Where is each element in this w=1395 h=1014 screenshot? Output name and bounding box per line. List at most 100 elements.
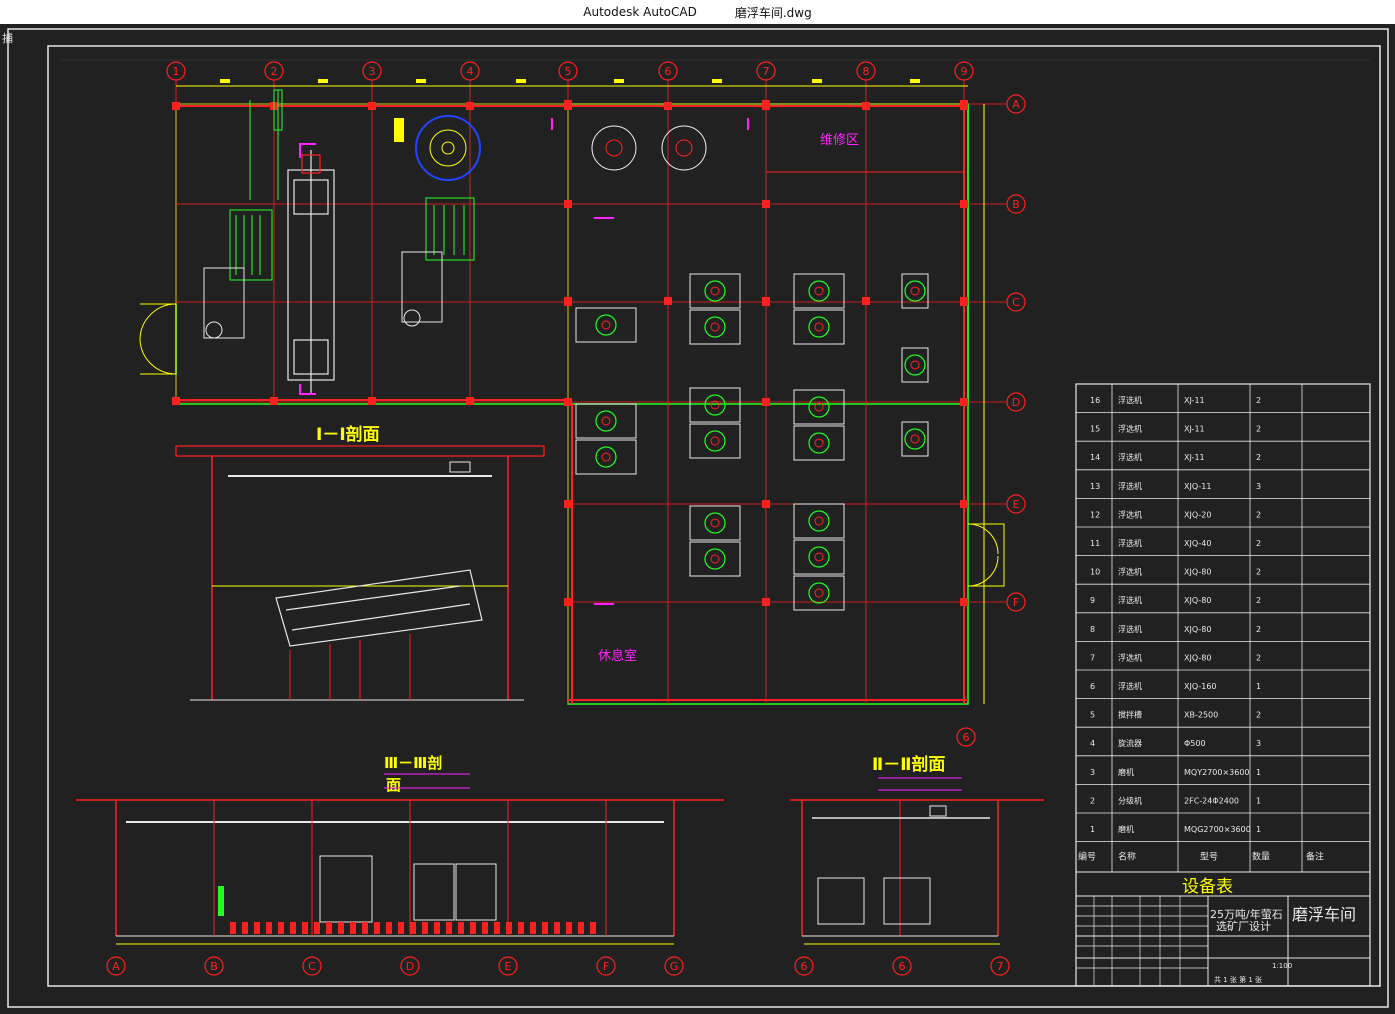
table-cell: Φ500 — [1184, 739, 1206, 748]
table-cell: 13 — [1090, 482, 1100, 491]
row-bubble-label: E — [1013, 498, 1020, 511]
flotation-impeller-center — [601, 416, 611, 426]
ball-mill-1 — [287, 150, 335, 395]
flotation-cell — [689, 423, 741, 459]
foundation-block — [458, 922, 464, 934]
flotation-impeller — [808, 582, 830, 604]
foundation-block — [566, 922, 572, 934]
table-cell: 浮选机 — [1118, 538, 1142, 548]
row-marker — [564, 100, 572, 108]
row-marker — [960, 500, 968, 508]
table-cell: 6 — [1090, 682, 1095, 691]
flotation-impeller — [808, 280, 830, 302]
flotation-impeller-center — [814, 438, 824, 448]
flotation-cell — [689, 505, 741, 541]
row-bubble-label: D — [1012, 396, 1020, 409]
row-bubbles: A B C D E F — [1006, 94, 1026, 612]
section-2-view: Ⅱ－Ⅱ剖面 6 6 7 — [790, 754, 1044, 976]
sheet-inner-border — [47, 45, 1381, 987]
foundation-block — [554, 922, 560, 934]
grid-column-lines — [175, 80, 965, 704]
row-marker — [564, 200, 572, 208]
table-cell: 浮选机 — [1118, 452, 1142, 462]
table-cell: 旋流器 — [1118, 738, 1142, 748]
table-cell: 5 — [1090, 711, 1095, 720]
row-marker — [564, 298, 572, 306]
axis-bubble-label: G — [670, 960, 679, 973]
flotation-impeller-center — [814, 552, 824, 562]
flotation-impeller — [595, 446, 617, 468]
column-bubbles: 1 2 3 4 5 6 7 8 9 — [166, 61, 974, 81]
table-cell: XB-2500 — [1184, 711, 1218, 720]
table-cell: 12 — [1090, 510, 1100, 519]
table-cell: 2 — [1256, 653, 1261, 662]
flotation-cell — [793, 575, 845, 611]
equipment-table-header: 编号 名称 型号 数量 备注 — [1078, 851, 1324, 863]
row-marker — [762, 200, 770, 208]
column-marker — [466, 102, 474, 110]
flotation-impeller-center — [601, 452, 611, 462]
cad-drawing: 123456789 ABCDEF 维修区 休息室 Ⅰ－Ⅰ剖面 Ⅲ－Ⅲ剖 面 A … — [7, 28, 1389, 1008]
axis-bubble-label: 6 — [801, 960, 808, 973]
flotation-cell — [793, 309, 845, 345]
section-3-view: Ⅲ－Ⅲ剖 面 A B C D E F G — [76, 754, 724, 976]
col6-bottom-label: 6 — [963, 731, 970, 744]
table-cell: XJQ-80 — [1184, 568, 1211, 577]
axis-bubble-label: D — [406, 960, 414, 973]
classifier — [203, 89, 283, 339]
foundation-block — [434, 922, 440, 934]
foundation-block — [470, 922, 476, 934]
section-3-title: Ⅲ－Ⅲ剖 — [384, 754, 442, 772]
table-cell: 2 — [1256, 425, 1261, 434]
row-marker — [762, 598, 770, 606]
flotation-impeller — [595, 314, 617, 336]
row-marker — [960, 100, 968, 108]
flotation-cell — [793, 273, 845, 309]
foundation-block — [506, 922, 512, 934]
section-3-pillars — [213, 800, 607, 936]
row-bubble-label: A — [1012, 98, 1020, 111]
col-bubble-label: 6 — [665, 65, 672, 78]
flotation-impeller-center — [910, 434, 920, 444]
table-cell: XJ-11 — [1184, 453, 1205, 462]
col-bubble-label: 5 — [565, 65, 572, 78]
foundation-block — [302, 922, 308, 934]
plan-view: 1 2 3 4 5 6 7 8 9 A B C D E F 维修区 休息室 — [139, 61, 1026, 705]
flotation-impeller — [704, 280, 726, 302]
table-header-cell: 名称 — [1118, 851, 1136, 863]
col-bubble-label: 2 — [271, 65, 278, 78]
title-block-cells — [1076, 896, 1208, 986]
column-marker — [172, 397, 180, 405]
table-cell: 浮选机 — [1118, 567, 1142, 577]
table-cell: 2 — [1256, 396, 1261, 405]
flotation-impeller-center — [910, 360, 920, 370]
section-1-mill — [275, 569, 483, 647]
foundation-block — [446, 922, 452, 934]
table-header-cell: 数量 — [1252, 851, 1270, 863]
row-bubble-label: B — [1012, 198, 1020, 211]
flotation-impeller — [704, 548, 726, 570]
table-cell: XJ-11 — [1184, 396, 1205, 405]
table-cell: MQG2700×3600 — [1184, 825, 1251, 834]
project-name-2: 选矿厂设计 — [1216, 920, 1271, 933]
table-cell: 浮选机 — [1118, 595, 1142, 605]
foundation-block — [410, 922, 416, 934]
table-cell: 浮选机 — [1118, 424, 1142, 434]
flotation-impeller — [704, 394, 726, 416]
flotation-cell — [689, 541, 741, 577]
axis-bubble-label: A — [112, 960, 120, 973]
foundation-block — [590, 922, 596, 934]
table-cell: 11 — [1090, 539, 1100, 548]
flotation-impeller — [808, 510, 830, 532]
drawing-canvas[interactable]: 捕 123456789 ABCDEF 维修区 休息室 Ⅰ－Ⅰ剖面 Ⅲ－Ⅲ剖 面 … — [0, 24, 1395, 1014]
table-cell: 16 — [1090, 396, 1100, 405]
col-bubble-label: 8 — [863, 65, 870, 78]
table-cell: XJQ-80 — [1184, 653, 1211, 662]
table-cell: MQY2700×3600 — [1184, 768, 1250, 777]
flotation-impeller-center — [710, 518, 720, 528]
flotation-cell — [793, 539, 845, 575]
foundation-block — [422, 922, 428, 934]
table-cell: 2FC-24Φ2400 — [1184, 796, 1239, 805]
row-marker — [960, 200, 968, 208]
table-cell: 9 — [1090, 596, 1095, 605]
